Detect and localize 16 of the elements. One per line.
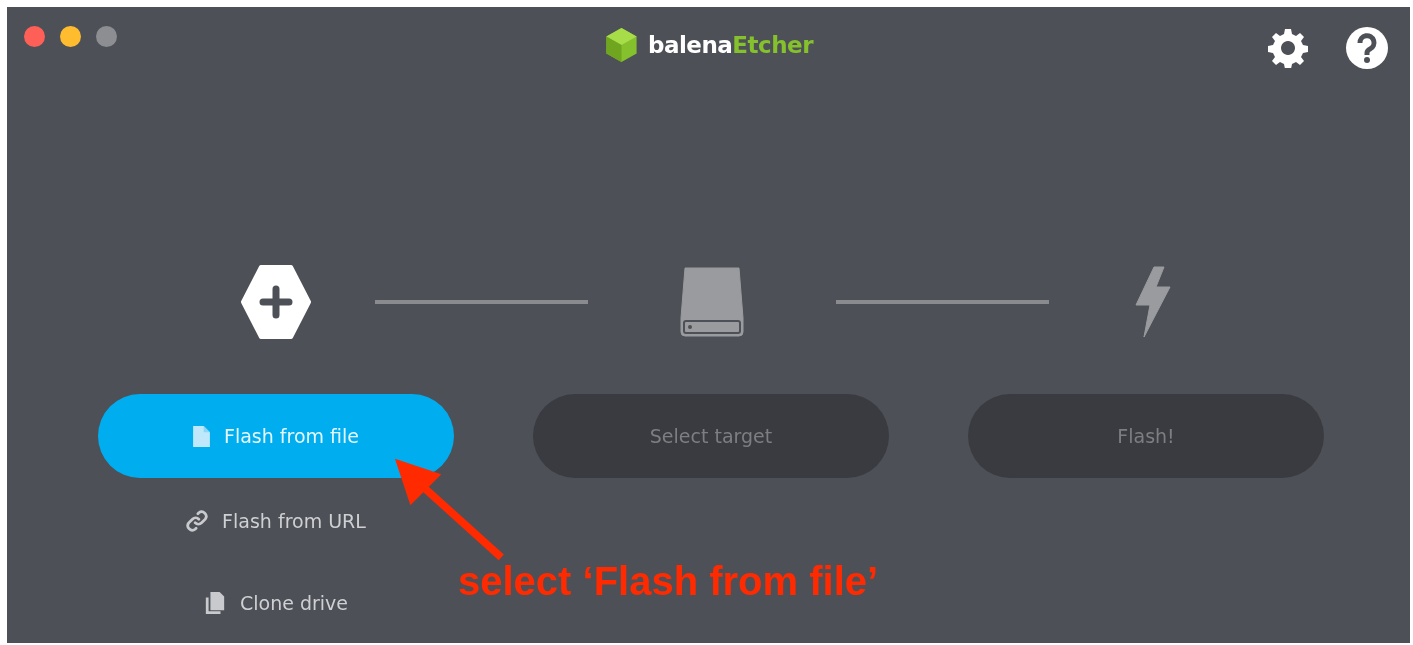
- copy-icon: [204, 592, 226, 614]
- step-button[interactable]: Flash from file: [98, 394, 454, 478]
- window-control[interactable]: [24, 26, 45, 47]
- app-logo-text: balenaEtcher: [648, 32, 813, 58]
- help-icon[interactable]: [1346, 27, 1388, 69]
- option-link[interactable]: Flash from URL: [186, 510, 366, 532]
- step-button[interactable]: Select target: [533, 394, 889, 478]
- window-control[interactable]: [96, 26, 117, 47]
- cube-logo-icon: [604, 27, 638, 63]
- option-link[interactable]: Clone drive: [204, 592, 348, 614]
- settings-icon[interactable]: [1268, 28, 1308, 68]
- file-icon: [193, 425, 210, 447]
- link-icon: [186, 510, 209, 532]
- step-button[interactable]: Flash!: [968, 394, 1324, 478]
- annotation-text: select ‘Flash from file’: [458, 559, 879, 604]
- window-control[interactable]: [60, 26, 81, 47]
